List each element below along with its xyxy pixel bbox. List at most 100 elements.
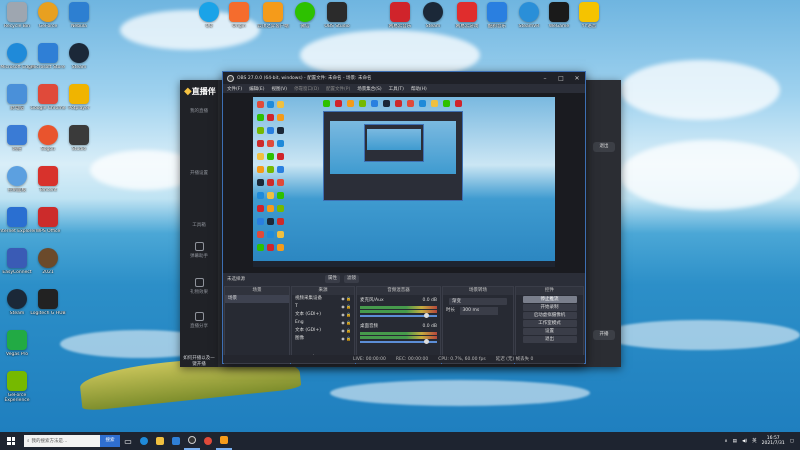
desktop-icon[interactable]: Google Chrome (31, 84, 65, 124)
desktop-icon[interactable]: Nebula (62, 2, 96, 42)
desktop-icon[interactable]: Steam (62, 43, 96, 83)
task-view-icon[interactable]: ▭ (120, 432, 136, 450)
virtual-camera-button[interactable]: 启动虚拟摄像机 (522, 312, 577, 319)
studio-mode-button[interactable]: 工作室模式 (522, 320, 577, 327)
search-button[interactable]: 搜索 (100, 435, 120, 447)
desktop-icon[interactable]: Internet Explorer (0, 207, 36, 247)
zhibo-menu-0[interactable]: 我的直播 (182, 108, 216, 114)
scene-item[interactable]: 场景 (225, 295, 289, 303)
source-item[interactable]: T ◉ 🔒 (292, 303, 354, 311)
desktop-icon[interactable]: 云顶之弈客户端 (256, 2, 290, 42)
clock[interactable]: 16:57 2021/7/31 (762, 436, 785, 447)
search-input[interactable]: 我的搜索方法是... (32, 438, 68, 444)
transition-type-select[interactable]: 渐变 (449, 298, 507, 305)
edge-taskbar-icon[interactable] (136, 432, 152, 450)
properties-button[interactable]: 属性 (325, 275, 340, 283)
desktop-icon[interactable]: Origin (222, 2, 256, 42)
visibility-lock-icon[interactable]: ◉ 🔒 (341, 303, 354, 311)
language-indicator[interactable]: 英 (752, 438, 757, 444)
desktop-icon[interactable]: 微信 (288, 2, 322, 42)
desktop-icon[interactable]: Microsoft Edge (0, 43, 34, 83)
desktop-icon[interactable]: Sogou (31, 125, 65, 165)
desktop-icon[interactable]: QQ (192, 2, 226, 42)
zhibo-menu-3[interactable]: 弹幕助手 (182, 242, 216, 259)
store-taskbar-icon[interactable] (168, 432, 184, 450)
menu-scene-collection[interactable]: 场景集合(S) (357, 86, 381, 92)
exit-button[interactable]: 退出 (522, 336, 577, 343)
volume-slider[interactable] (360, 313, 437, 318)
taskbar-search[interactable]: ⌕ 我的搜索方法是... 搜索 (24, 435, 120, 447)
start-recording-button[interactable]: 开始录制 (522, 304, 577, 311)
desktop-icon[interactable]: OBS Studio (320, 2, 354, 42)
source-item[interactable]: 文本 (GDI+) ◉ 🔒 (292, 311, 354, 319)
tray-chevron-icon[interactable]: ∧ (724, 439, 727, 444)
desktop-icon[interactable]: 网络 (0, 125, 34, 165)
live-timer: LIVE: 00:00:00 (353, 356, 386, 362)
zhibo-bottom-text[interactable]: 如何开播以及一键开播 (182, 355, 216, 367)
filters-button[interactable]: 滤镜 (344, 275, 359, 283)
visibility-lock-icon[interactable]: ◉ 🔒 (341, 295, 354, 303)
chrome-taskbar-icon[interactable] (200, 432, 216, 450)
duration-input[interactable]: 300 ms (460, 307, 499, 315)
desktop-icon[interactable]: SteamVR (512, 2, 546, 42)
obs-title-bar[interactable]: OBS 27.0.0 (64-bit, windows) - 配置文件: 未命名… (223, 72, 585, 84)
maximize-icon[interactable]: □ (553, 75, 569, 82)
menu-tools[interactable]: 工具(T) (389, 86, 404, 92)
menu-profile[interactable]: 配置文件(P) (326, 86, 350, 92)
menu-file[interactable]: 文件(F) (227, 86, 242, 92)
desktop-icon[interactable]: Vegas Pro (0, 330, 34, 370)
visibility-lock-icon[interactable]: ◉ 🔒 (341, 327, 354, 335)
source-item[interactable]: Eng ◉ 🔒 (292, 319, 354, 327)
desktop-icon[interactable]: Studio (62, 125, 96, 165)
zhibo-menu-1[interactable]: 开播设置 (182, 170, 216, 176)
visibility-lock-icon[interactable]: ◉ 🔒 (341, 319, 354, 327)
obs-taskbar-icon[interactable] (184, 432, 200, 450)
settings-button[interactable]: 设置 (522, 328, 577, 335)
source-item[interactable]: 图像 ◉ 🔒 (292, 335, 354, 343)
source-item[interactable]: 视频采集设备 ◉ 🔒 (292, 295, 354, 303)
desktop-icon[interactable]: 2021 (31, 248, 65, 288)
desktop-icon[interactable]: 酷狗音乐 (480, 2, 514, 42)
obs-preview[interactable] (223, 93, 585, 273)
desktop-icon[interactable]: 此电脑 (0, 84, 34, 124)
desktop-icon[interactable]: Logitech G HUB (30, 289, 66, 329)
desktop-icon[interactable]: WPS Office (31, 207, 65, 247)
desktop-icon[interactable]: Recycle Bin (0, 2, 34, 42)
volume-tray-icon[interactable]: ◀) (742, 439, 747, 444)
desktop-icon[interactable]: GeForce (31, 2, 65, 42)
desktop-icon[interactable]: Potplayer (62, 84, 96, 124)
minimize-icon[interactable]: – (537, 75, 553, 82)
network-tray-icon[interactable]: ▤ (733, 439, 737, 444)
visibility-lock-icon[interactable]: ◉ 🔒 (341, 311, 354, 319)
menu-docks[interactable]: 停靠窗口(D) (294, 86, 319, 92)
visibility-lock-icon[interactable]: ◉ 🔒 (341, 335, 354, 343)
close-icon[interactable]: ✕ (569, 75, 585, 82)
desktop-icon[interactable]: Steam (416, 2, 450, 42)
desktop-icon[interactable]: Tencent (31, 166, 65, 206)
desktop-icon[interactable]: 网易云音乐 (383, 2, 417, 42)
desktop-icon[interactable]: Steam (0, 289, 34, 329)
desktop-icon[interactable]: 控制面板 (0, 166, 34, 206)
explorer-taskbar-icon[interactable] (152, 432, 168, 450)
zhibo-menu-2[interactable]: 工具箱 (182, 222, 216, 228)
desktop-icon[interactable]: EasyConnect (0, 248, 34, 288)
zhibo-taskbar-icon[interactable] (216, 432, 232, 450)
zhibo-menu-5[interactable]: 直播分享 (182, 312, 216, 329)
menu-view[interactable]: 视图(V) (271, 86, 287, 92)
desktop-icon[interactable]: WeGame (542, 2, 576, 42)
zhibo-exit-button[interactable]: 退出 (593, 142, 615, 152)
obs-window[interactable]: OBS 27.0.0 (64-bit, windows) - 配置文件: 未命名… (222, 71, 586, 364)
notification-icon[interactable]: ▢ (790, 439, 794, 444)
desktop-icon[interactable]: 网易云游戏 (450, 2, 484, 42)
desktop-icon[interactable]: Microsoft Store (31, 43, 65, 83)
zhibo-menu-4[interactable]: 礼物效果 (182, 278, 216, 295)
start-button[interactable] (0, 432, 22, 450)
stop-streaming-button[interactable]: 停止推流 (522, 296, 577, 303)
volume-slider[interactable] (360, 339, 437, 344)
menu-edit[interactable]: 编辑(E) (249, 86, 264, 92)
zhibo-start-button[interactable]: 开播 (593, 330, 615, 340)
desktop-icon[interactable]: YY语音 (572, 2, 606, 42)
source-item[interactable]: 文本 (GDI+) ◉ 🔒 (292, 327, 354, 335)
desktop-icon[interactable]: GeForce Experience (0, 371, 34, 411)
menu-help[interactable]: 帮助(H) (411, 86, 427, 92)
